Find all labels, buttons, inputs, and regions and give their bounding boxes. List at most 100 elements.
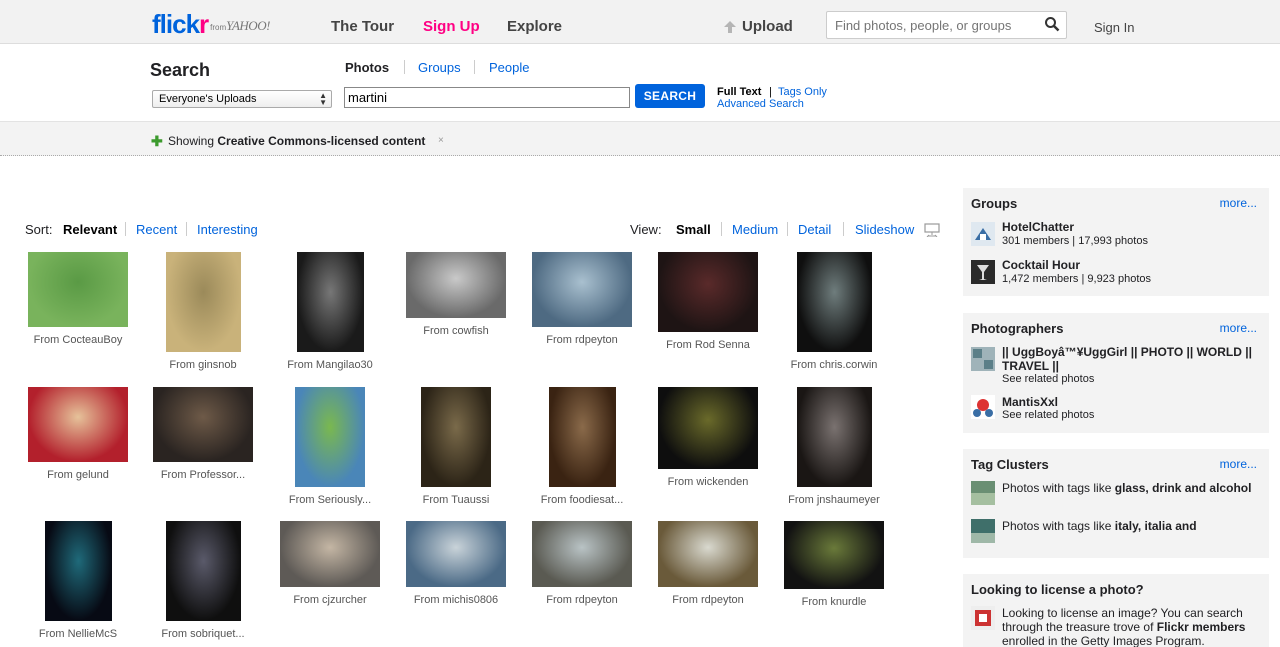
photo-result[interactable]: From wickenden (648, 387, 768, 488)
photo-result[interactable]: From rdpeyton (648, 521, 768, 606)
photo-thumbnail[interactable] (548, 387, 616, 487)
sign-in-link[interactable]: Sign In (1094, 20, 1134, 35)
photo-owner-caption[interactable]: From rdpeyton (522, 334, 642, 346)
photo-thumbnail[interactable] (296, 252, 364, 352)
photo-thumbnail[interactable] (421, 387, 491, 487)
sort-relevant[interactable]: Relevant (63, 222, 117, 237)
photo-owner-caption[interactable]: From Rod Senna (648, 339, 768, 351)
photo-thumbnail[interactable] (165, 521, 241, 621)
photo-owner-caption[interactable]: From gelund (18, 469, 138, 481)
photo-result[interactable]: From gelund (18, 387, 138, 481)
photographers-more-link[interactable]: more... (1220, 321, 1257, 335)
photo-thumbnail[interactable] (28, 387, 128, 462)
search-query-input[interactable] (344, 87, 630, 108)
photo-thumbnail[interactable] (165, 252, 241, 352)
photo-owner-caption[interactable]: From Tuaussi (396, 494, 516, 506)
photo-thumbnail[interactable] (153, 387, 253, 462)
photo-result[interactable]: From rdpeyton (522, 521, 642, 606)
tag-clusters-more-link[interactable]: more... (1220, 457, 1257, 471)
sort-interesting[interactable]: Interesting (197, 222, 258, 237)
photographer-name-cont[interactable]: TRAVEL || (1002, 359, 1059, 373)
photo-thumbnail[interactable] (28, 252, 128, 327)
photo-result[interactable]: From foodiesat... (522, 387, 642, 506)
photo-thumbnail[interactable] (295, 387, 365, 487)
photo-result[interactable]: From cowfish (396, 252, 516, 337)
tags-only-option[interactable]: Tags Only (778, 86, 827, 98)
tab-photos[interactable]: Photos (345, 60, 389, 75)
photo-result[interactable]: From ginsnob (143, 252, 263, 371)
photo-owner-caption[interactable]: From knurdle (774, 596, 894, 608)
photo-result[interactable]: From jnshaumeyer (774, 387, 894, 506)
search-scope-select[interactable]: Everyone's Uploads ▲ ▼ (152, 90, 332, 108)
photo-owner-caption[interactable]: From Professor... (143, 469, 263, 481)
tab-groups[interactable]: Groups (418, 60, 461, 75)
photo-owner-caption[interactable]: From rdpeyton (648, 594, 768, 606)
photo-result[interactable]: From knurdle (774, 521, 894, 608)
close-icon[interactable]: × (438, 135, 444, 146)
photo-thumbnail[interactable] (406, 252, 506, 318)
slideshow-icon[interactable] (924, 223, 940, 237)
photo-result[interactable]: From CocteauBoy (18, 252, 138, 346)
view-small[interactable]: Small (676, 222, 711, 237)
cluster-text[interactable]: Photos with tags like italy, italia and (1002, 519, 1197, 533)
photo-result[interactable]: From NellieMcS (18, 521, 138, 640)
photo-owner-caption[interactable]: From chris.corwin (774, 359, 894, 371)
photo-owner-caption[interactable]: From Seriously... (270, 494, 390, 506)
related-photos-link[interactable]: See related photos (1002, 409, 1094, 421)
photo-thumbnail[interactable] (280, 521, 380, 587)
groups-more-link[interactable]: more... (1220, 196, 1257, 210)
tab-people[interactable]: People (489, 60, 529, 75)
photo-owner-caption[interactable]: From sobriquet... (143, 628, 263, 640)
photo-result[interactable]: From Seriously... (270, 387, 390, 506)
photo-result[interactable]: From michis0806 (396, 521, 516, 606)
photo-owner-caption[interactable]: From foodiesat... (522, 494, 642, 506)
photo-thumbnail[interactable] (44, 521, 112, 621)
photo-thumbnail[interactable] (796, 387, 872, 487)
photographer-name[interactable]: || UggBoyâ™¥UggGirl || PHOTO || WORLD || (1002, 345, 1252, 359)
photo-result[interactable]: From Rod Senna (648, 252, 768, 351)
photo-result[interactable]: From cjzurcher (270, 521, 390, 606)
view-detail[interactable]: Detail (798, 222, 831, 237)
photo-result[interactable]: From Mangilao30 (270, 252, 390, 371)
photo-owner-caption[interactable]: From CocteauBoy (18, 334, 138, 346)
photo-thumbnail[interactable] (796, 252, 872, 352)
nav-sign-up[interactable]: Sign Up (423, 18, 480, 35)
photographer-name[interactable]: MantisXxl (1002, 395, 1058, 409)
upload-link[interactable]: Upload (723, 18, 793, 35)
photo-result[interactable]: From Tuaussi (396, 387, 516, 506)
photo-owner-caption[interactable]: From rdpeyton (522, 594, 642, 606)
photo-thumbnail[interactable] (532, 252, 632, 327)
photo-owner-caption[interactable]: From michis0806 (396, 594, 516, 606)
photo-owner-caption[interactable]: From cowfish (396, 325, 516, 337)
nav-explore[interactable]: Explore (507, 18, 562, 35)
photo-thumbnail[interactable] (406, 521, 506, 587)
group-name[interactable]: HotelChatter (1002, 220, 1074, 234)
photo-result[interactable]: From chris.corwin (774, 252, 894, 371)
photo-thumbnail[interactable] (532, 521, 632, 587)
nav-the-tour[interactable]: The Tour (331, 18, 394, 35)
photo-owner-caption[interactable]: From wickenden (648, 476, 768, 488)
view-medium[interactable]: Medium (732, 222, 778, 237)
photo-owner-caption[interactable]: From jnshaumeyer (774, 494, 894, 506)
photo-owner-caption[interactable]: From NellieMcS (18, 628, 138, 640)
photo-result[interactable]: From sobriquet... (143, 521, 263, 640)
photo-thumbnail[interactable] (784, 521, 884, 589)
search-icon[interactable] (1044, 16, 1060, 32)
view-slideshow[interactable]: Slideshow (855, 222, 914, 237)
photo-owner-caption[interactable]: From Mangilao30 (270, 359, 390, 371)
photo-owner-caption[interactable]: From cjzurcher (270, 594, 390, 606)
full-text-option[interactable]: Full Text (717, 86, 761, 98)
photo-result[interactable]: From rdpeyton (522, 252, 642, 346)
related-photos-link[interactable]: See related photos (1002, 373, 1094, 385)
advanced-search-link[interactable]: Advanced Search (717, 98, 804, 110)
photo-thumbnail[interactable] (658, 387, 758, 469)
photo-result[interactable]: From Professor... (143, 387, 263, 481)
search-button[interactable]: SEARCH (635, 84, 705, 108)
photo-owner-caption[interactable]: From ginsnob (143, 359, 263, 371)
photo-thumbnail[interactable] (658, 521, 758, 587)
group-name[interactable]: Cocktail Hour (1002, 258, 1080, 272)
global-search-input[interactable] (827, 12, 1032, 38)
flickr-logo[interactable]: flickr from YAHOO! (152, 9, 270, 37)
photo-thumbnail[interactable] (658, 252, 758, 332)
cluster-text[interactable]: Photos with tags like glass, drink and a… (1002, 481, 1251, 495)
